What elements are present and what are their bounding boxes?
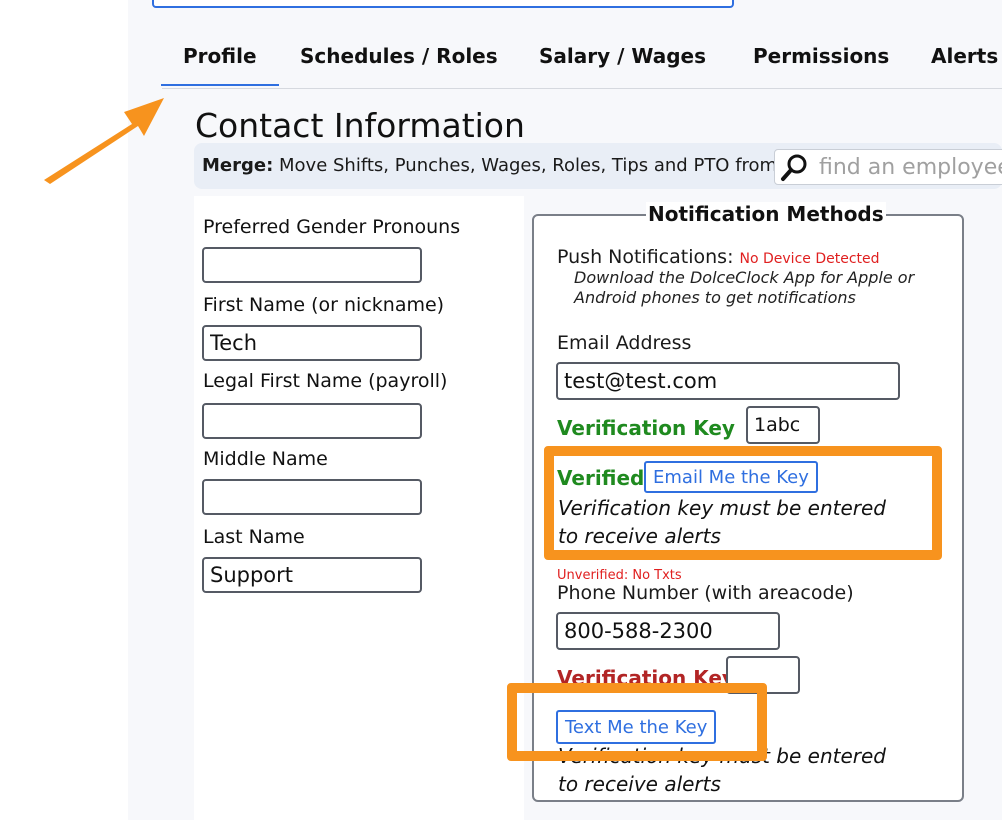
tab-schedules-roles[interactable]: Schedules / Roles xyxy=(300,44,498,68)
email-address-label: Email Address xyxy=(557,332,692,354)
phone-note-line-2: to receive alerts xyxy=(558,772,721,796)
merge-label-bold: Merge: xyxy=(202,155,274,176)
last-name-label: Last Name xyxy=(203,526,305,548)
tab-profile[interactable]: Profile xyxy=(161,44,278,86)
top-input-bar[interactable] xyxy=(152,0,734,8)
email-verification-key-label: Verification Key xyxy=(557,416,735,440)
search-icon[interactable] xyxy=(779,152,809,182)
middle-name-input[interactable] xyxy=(202,479,422,515)
push-notifications-label: Push Notifications: xyxy=(557,246,734,268)
tab-permissions[interactable]: Permissions xyxy=(753,44,889,68)
legal-first-name-label: Legal First Name (payroll) xyxy=(203,370,448,392)
email-verification-key-input[interactable] xyxy=(746,406,820,444)
first-name-label: First Name (or nickname) xyxy=(203,294,445,316)
profile-fields-panel: Preferred Gender Pronouns First Name (or… xyxy=(194,196,524,820)
legal-first-name-input[interactable] xyxy=(202,403,422,439)
annotation-arrow xyxy=(44,98,164,184)
tab-bar: Profile Schedules / Roles Salary / Wages… xyxy=(161,40,1002,89)
employee-search[interactable] xyxy=(774,149,1002,185)
phone-number-label: Phone Number (with areacode) xyxy=(557,582,854,604)
first-name-input[interactable] xyxy=(202,325,422,361)
middle-name-label: Middle Name xyxy=(203,448,328,470)
merge-label-text: Move Shifts, Punches, Wages, Roles, Tips… xyxy=(273,155,778,176)
merge-label: Merge: Move Shifts, Punches, Wages, Role… xyxy=(202,155,777,176)
last-name-input[interactable] xyxy=(202,557,422,593)
highlight-email-verified xyxy=(544,446,942,560)
notification-methods-title: Notification Methods xyxy=(646,202,886,226)
merge-bar: Merge: Move Shifts, Punches, Wages, Role… xyxy=(194,143,1002,189)
email-input[interactable] xyxy=(556,362,900,400)
page-title: Contact Information xyxy=(195,106,525,145)
push-status: No Device Detected xyxy=(739,251,880,267)
push-notifications-row: Push Notifications: No Device Detected xyxy=(557,246,880,268)
phone-status: Unverified: No Txts xyxy=(557,568,682,583)
pronouns-label: Preferred Gender Pronouns xyxy=(203,216,461,238)
push-note-line-2: Android phones to get notifications xyxy=(574,288,856,307)
tab-alerts[interactable]: Alerts xyxy=(931,44,998,68)
highlight-text-me-key xyxy=(507,683,767,761)
employee-search-input[interactable] xyxy=(817,152,1002,182)
phone-input[interactable] xyxy=(556,612,780,650)
push-note-line-1: Download the DolceClock App for Apple or xyxy=(574,268,915,287)
tab-salary-wages[interactable]: Salary / Wages xyxy=(539,44,706,68)
pronouns-input[interactable] xyxy=(202,247,422,283)
